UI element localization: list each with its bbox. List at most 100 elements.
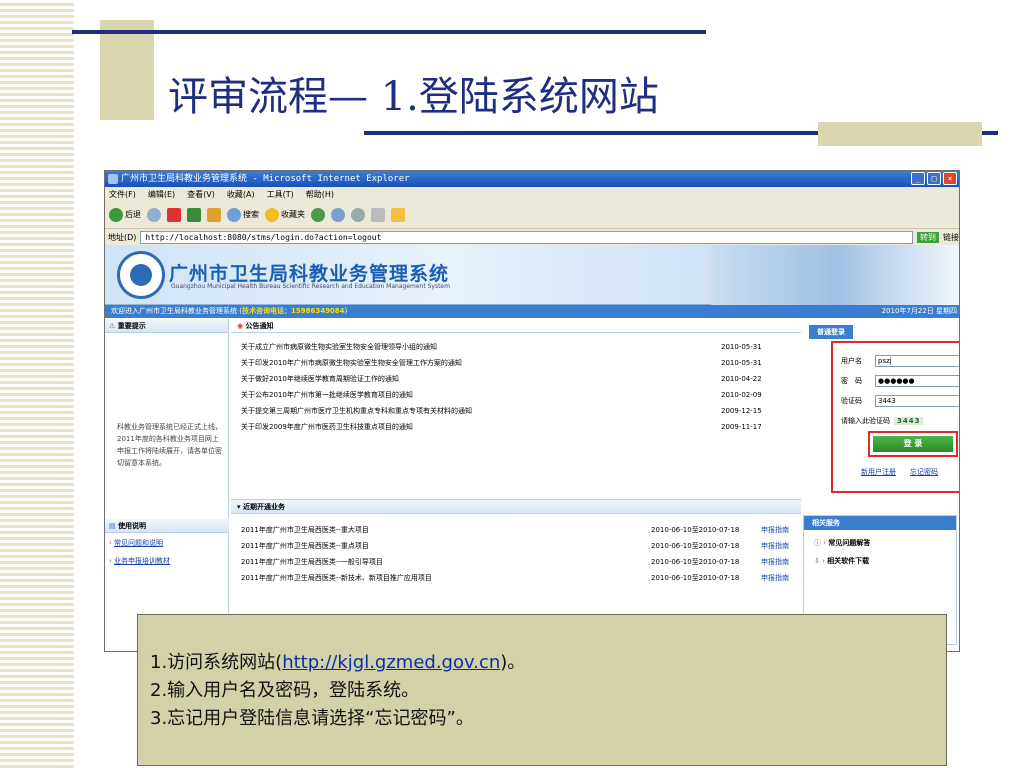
announcement-row[interactable]: 关于成立广州市病原微生物实验室生物安全管理领导小组的通知 2010-05-31: [231, 339, 801, 355]
login-form: 用户名 pszj 密 码 ●●●●●● 验证码 3443 请输入此验证码 3443 登 …: [831, 341, 959, 493]
address-input[interactable]: http://localhost:8080/stms/login.do?acti…: [140, 230, 913, 244]
go-button[interactable]: 转到: [917, 231, 939, 243]
warning-icon: ⚠: [109, 322, 118, 330]
project-row[interactable]: 2011年度广州市卫生局西医类--重大项目 2010-06-10至2010-07-…: [231, 522, 801, 538]
password-input[interactable]: ●●●●●●: [875, 375, 959, 387]
browser-window: 广州市卫生局科教业务管理系统 - Microsoft Internet Expl…: [104, 170, 960, 652]
print-icon[interactable]: [351, 207, 365, 222]
usage-header: ▤ 使用说明: [105, 519, 229, 533]
health-bureau-logo: [117, 251, 165, 299]
projects-header: ▾ 近期开通业务: [231, 500, 801, 514]
caption-line-1: 1.访问系统网站(http://kjgl.gzmed.gov.cn)。: [150, 652, 526, 673]
faq-service-link[interactable]: ⓘ › 常见问题解答: [804, 530, 956, 548]
edit-icon[interactable]: [371, 207, 385, 222]
search-icon: [227, 207, 241, 222]
book-icon: ▤: [109, 522, 119, 530]
menu-help[interactable]: 帮助(H): [306, 189, 334, 200]
decorative-block: [818, 122, 982, 146]
maximize-button[interactable]: □: [927, 172, 941, 185]
username-input[interactable]: pszj: [875, 355, 959, 367]
current-date: 2010年7月22日 星期四: [881, 307, 957, 315]
window-title: 广州市卫生局科教业务管理系统 - Microsoft Internet Expl…: [121, 174, 410, 184]
refresh-icon[interactable]: [187, 207, 201, 222]
captcha-input[interactable]: 3443: [875, 395, 959, 407]
hotline-text: 技术咨询电话：15986349084: [241, 307, 345, 315]
folder-icon[interactable]: [391, 207, 405, 222]
decorative-stripes: [0, 0, 74, 768]
back-button[interactable]: 后退: [109, 207, 141, 222]
caption-line-3: 3.忘记用户登陆信息请选择“忘记密码”。: [150, 708, 474, 729]
captcha-label: 验证码: [841, 397, 862, 405]
close-button[interactable]: ×: [943, 172, 957, 185]
login-button[interactable]: 登 录: [873, 436, 953, 452]
toolbar: 后退 搜索 收藏夹: [105, 201, 959, 229]
banner-photo: [711, 245, 959, 305]
right-column: 普通登录 用户名 pszj 密 码 ●●●●●● 验证码 3443 请输入此验证码 34…: [803, 319, 959, 651]
decorative-block: [100, 20, 154, 120]
announcement-row[interactable]: 关于印发2010年广州市病原微生物实验室生物安全管理工作方案的通知 2010-05…: [231, 355, 801, 371]
announcement-row[interactable]: 关于印发2009年度广州市医药卫生科技重点项目的通知 2009-11-17: [231, 419, 801, 435]
download-service-link[interactable]: ⇩ › 相关软件下载: [804, 548, 956, 566]
faq-link[interactable]: › 常见问题和说明: [105, 533, 229, 551]
welcome-bar: 欢迎进入广州市卫生局科教业务管理系统 (技术咨询电话：15986349084) …: [105, 305, 959, 318]
web-page: 广州市卫生局科教业务管理系统 Guangzhou Municipal Healt…: [105, 245, 959, 651]
history-icon[interactable]: [311, 207, 325, 222]
announcement-row[interactable]: 关于公布2010年广州市第一批继续医学教育项目的通知 2010-02-09: [231, 387, 801, 403]
announcement-row[interactable]: 关于做好2010年继续医学教育周期验证工作的通知 2010-04-22: [231, 371, 801, 387]
register-link[interactable]: 新用户注册: [861, 467, 896, 477]
caption-box: 1.访问系统网站(http://kjgl.gzmed.gov.cn)。 2.输入…: [137, 614, 947, 766]
minimize-button[interactable]: _: [911, 172, 925, 185]
caption-line-2: 2.输入用户名及密码，登陆系统。: [150, 680, 420, 701]
training-link[interactable]: › 业务申报培训教材: [105, 551, 229, 569]
help-icon: ⓘ: [814, 539, 824, 547]
middle-column: ◉ 公告通知 关于成立广州市病原微生物实验室生物安全管理领导小组的通知 2010-…: [231, 319, 801, 651]
project-row[interactable]: 2011年度广州市卫生局西医类--新技术、新项目推广应用项目 2010-06-10…: [231, 570, 801, 586]
menu-tools[interactable]: 工具(T): [267, 189, 294, 200]
back-arrow-icon: [109, 207, 123, 222]
window-titlebar: 广州市卫生局科教业务管理系统 - Microsoft Internet Expl…: [105, 171, 959, 187]
address-bar: 地址(D) http://localhost:8080/stms/login.d…: [105, 229, 959, 245]
star-icon: [265, 207, 279, 222]
forgot-password-link[interactable]: 忘记密码: [910, 467, 938, 477]
menu-bar: 文件(F) 编辑(E) 查看(V) 收藏(A) 工具(T) 帮助(H): [105, 187, 959, 201]
search-button[interactable]: 搜索: [227, 207, 259, 222]
announcement-row[interactable]: 关于提交第三周期广州市医疗卫生机构重点专科和重点专项有关材料的通知 2009-12…: [231, 403, 801, 419]
captcha-image: 3443: [894, 417, 924, 425]
welcome-text: 欢迎进入广州市卫生局科教业务管理系统 (: [111, 307, 242, 315]
welcome-end: ): [344, 307, 348, 315]
important-header: ⚠ 重要提示: [105, 319, 228, 333]
left-column: ⚠ 重要提示 科教业务管理系统已经正式上线，2011年度的各科教业务项目网上申报…: [105, 319, 229, 651]
services-header: 相关服务: [804, 516, 956, 530]
megaphone-icon: ◉: [237, 322, 246, 330]
password-label: 密 码: [841, 377, 862, 385]
site-banner: 广州市卫生局科教业务管理系统 Guangzhou Municipal Healt…: [105, 245, 959, 305]
important-notice: 科教业务管理系统已经正式上线，2011年度的各科教业务项目网上申报工作将陆续展开…: [117, 423, 222, 467]
captcha-hint: 请输入此验证码: [841, 417, 890, 425]
decorative-line: [72, 30, 706, 34]
forward-arrow-icon[interactable]: [147, 207, 161, 222]
username-label: 用户名: [841, 357, 862, 365]
ie-icon: [108, 174, 118, 184]
project-row[interactable]: 2011年度广州市卫生局西医类--重点项目 2010-06-10至2010-07-…: [231, 538, 801, 554]
menu-view[interactable]: 查看(V): [187, 189, 215, 200]
menu-favorites[interactable]: 收藏(A): [227, 189, 255, 200]
project-row[interactable]: 2011年度广州市卫生局西医类--一般引导项目 2010-06-10至2010-0…: [231, 554, 801, 570]
stop-icon[interactable]: [167, 207, 181, 222]
download-icon: ⇩: [814, 557, 823, 565]
links-button[interactable]: 链接: [943, 232, 959, 243]
site-subtitle: Guangzhou Municipal Health Bureau Scient…: [171, 283, 450, 290]
mail-icon[interactable]: [331, 207, 345, 222]
site-title: 广州市卫生局科教业务管理系统: [169, 263, 450, 285]
menu-edit[interactable]: 编辑(E): [148, 189, 175, 200]
favorites-button[interactable]: 收藏夹: [265, 207, 305, 222]
projects-section: ▾ 近期开通业务 2011年度广州市卫生局西医类--重大项目 2010-06-10…: [231, 499, 801, 586]
site-url-link[interactable]: http://kjgl.gzmed.gov.cn: [282, 652, 500, 673]
home-icon[interactable]: [207, 207, 221, 222]
slide-title: 评审流程— 1.登陆系统网站: [168, 74, 659, 120]
login-header: 普通登录: [809, 325, 853, 339]
login-button-highlight: 登 录: [868, 431, 958, 457]
address-label: 地址(D): [108, 232, 137, 242]
announcements-header: ◉ 公告通知: [231, 319, 801, 333]
menu-file[interactable]: 文件(F): [109, 189, 136, 200]
usage-section: ▤ 使用说明 › 常见问题和说明 › 业务申报培训教材: [105, 519, 229, 569]
